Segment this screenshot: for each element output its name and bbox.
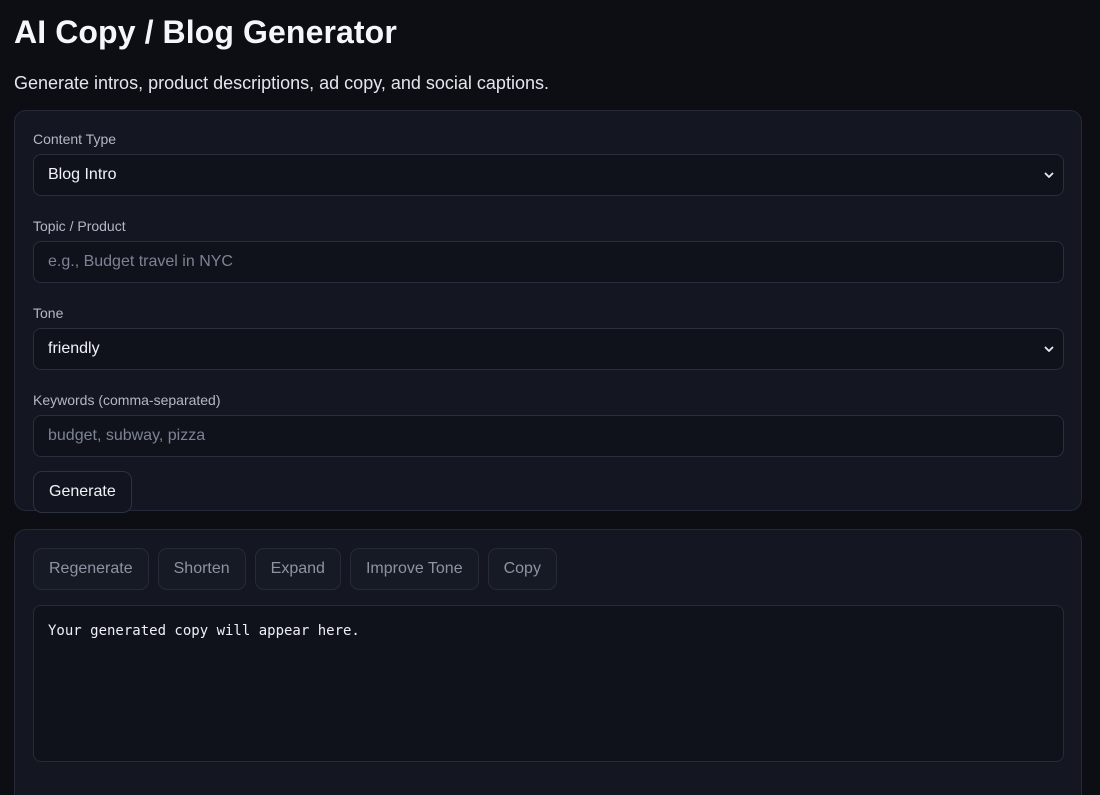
generator-form-card: Content Type Blog Intro Topic / Product … [14, 110, 1082, 513]
keywords-field-wrapper [33, 415, 1064, 457]
shorten-button[interactable]: Shorten [157, 548, 246, 590]
page-subtitle: Generate intros, product descriptions, a… [14, 73, 549, 93]
app-page: AI Copy / Blog Generator Generate intros… [0, 0, 1100, 795]
content-type-label: Content Type [33, 131, 117, 147]
tone-select[interactable]: friendly [33, 328, 1064, 370]
topic-field-wrapper [33, 241, 1064, 283]
page-title: AI Copy / Blog Generator [14, 14, 397, 50]
chevron-down-icon [1044, 172, 1054, 178]
expand-button[interactable]: Expand [254, 548, 341, 590]
content-type-selected-value: Blog Intro [48, 166, 117, 183]
regenerate-button[interactable]: Regenerate [33, 548, 149, 590]
tone-label: Tone [33, 305, 64, 321]
topic-input[interactable] [34, 242, 1063, 282]
generate-button[interactable]: Generate [33, 471, 132, 513]
topic-label: Topic / Product [33, 218, 126, 234]
output-card: Regenerate Shorten Expand Improve Tone C… [14, 529, 1082, 795]
output-toolbar: Regenerate Shorten Expand Improve Tone C… [33, 548, 1063, 590]
improve-tone-button[interactable]: Improve Tone [349, 548, 479, 590]
keywords-input[interactable] [34, 416, 1063, 456]
keywords-label: Keywords (comma-separated) [33, 392, 221, 408]
content-type-select[interactable]: Blog Intro [33, 154, 1064, 196]
chevron-down-icon [1044, 346, 1054, 352]
copy-button[interactable]: Copy [487, 548, 557, 590]
generated-output-area[interactable]: Your generated copy will appear here. [33, 605, 1064, 762]
tone-selected-value: friendly [48, 340, 100, 357]
